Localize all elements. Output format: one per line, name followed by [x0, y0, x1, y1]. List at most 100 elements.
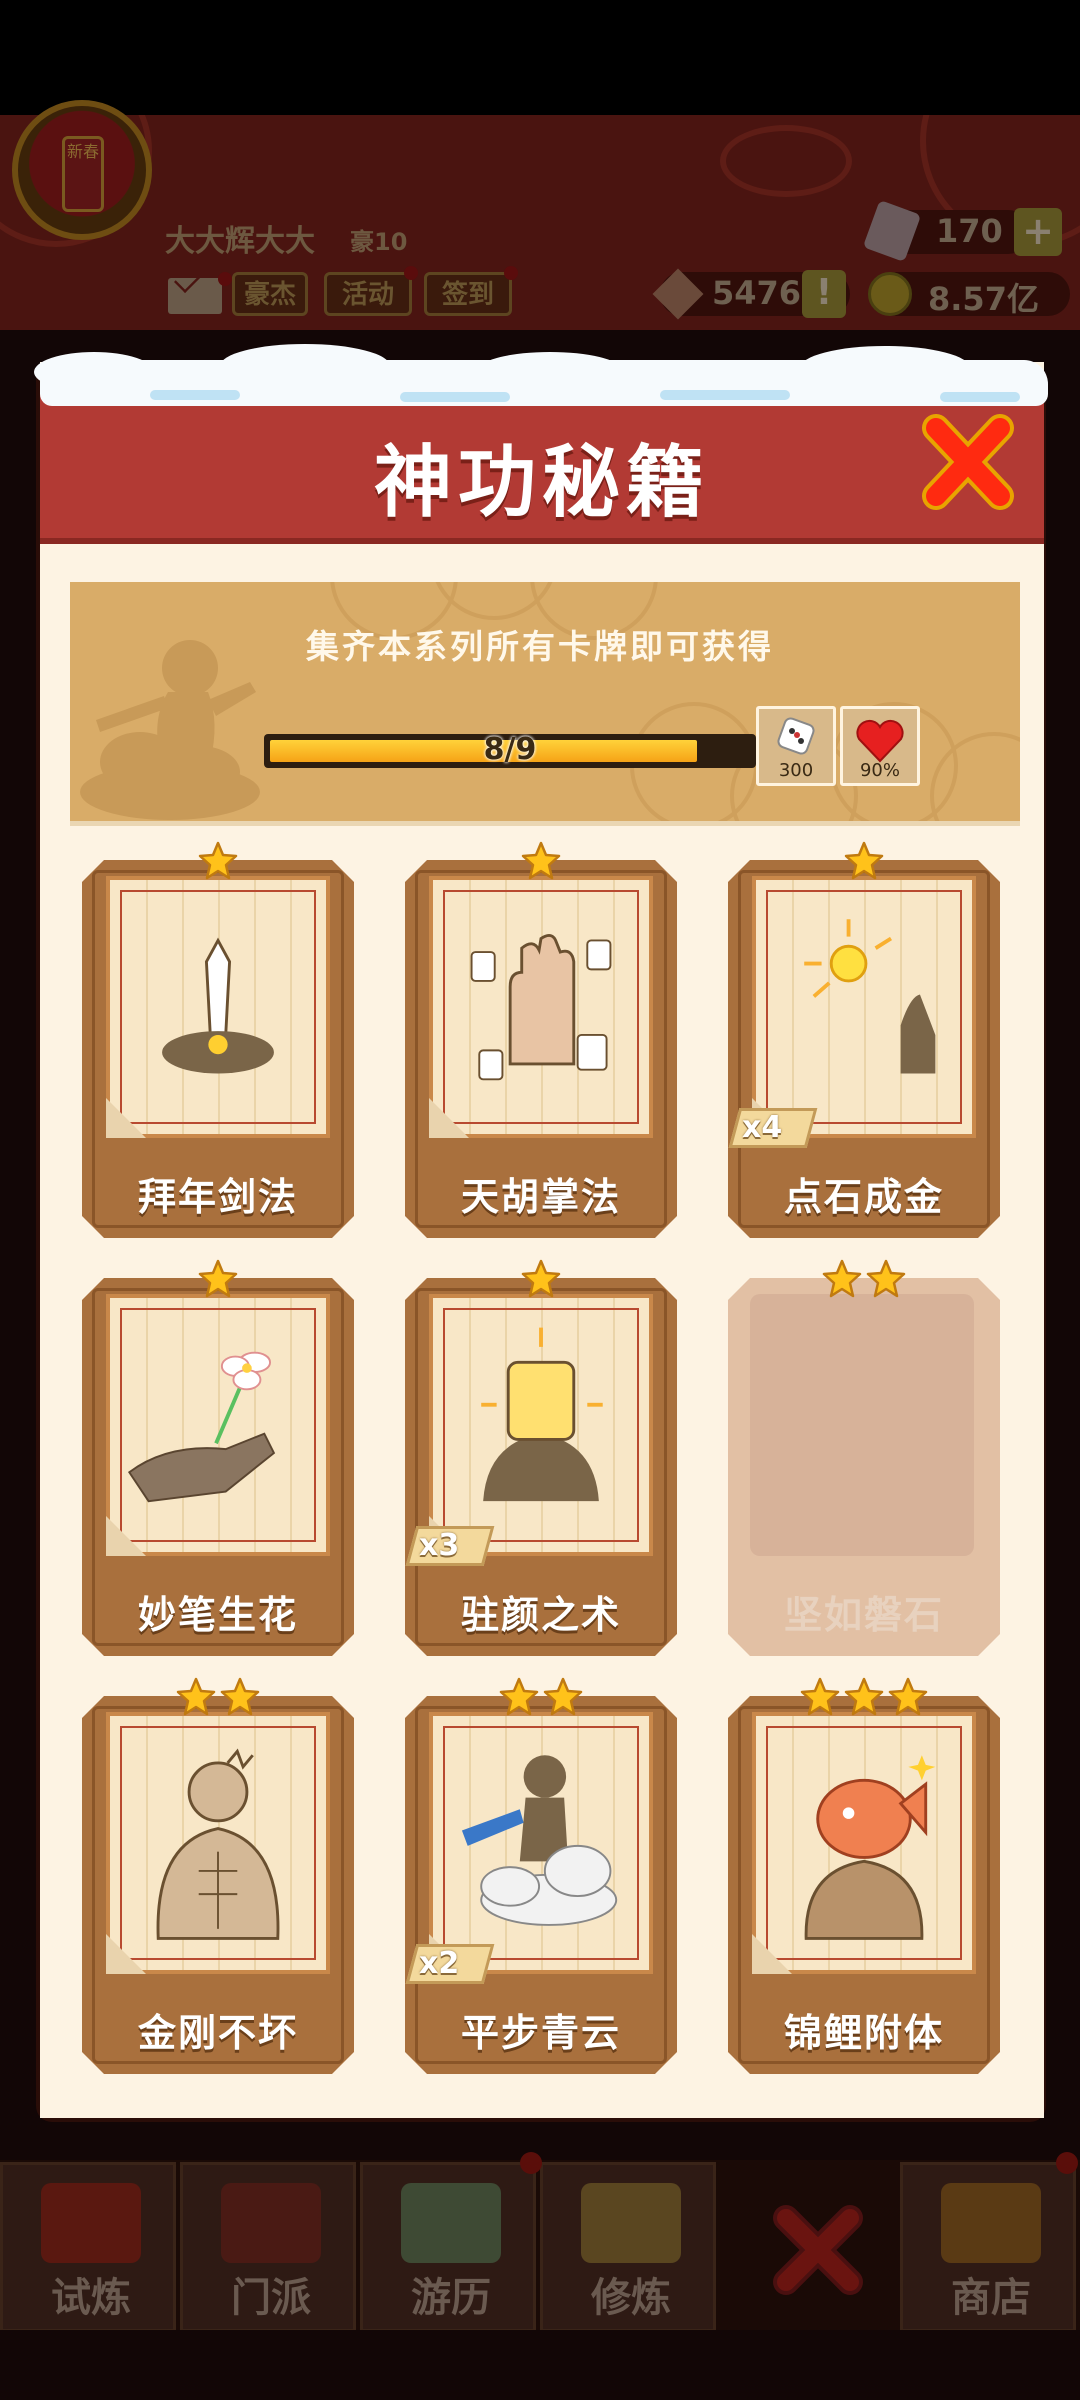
card-art: [429, 876, 653, 1138]
card-name: 金刚不坏: [137, 2011, 298, 2055]
card-stars: [405, 1258, 677, 1302]
card-count: x4: [742, 1110, 783, 1145]
card-name: 天胡掌法: [460, 1175, 621, 1219]
reward-heart-value: 90%: [859, 760, 900, 781]
nav-shop-label: 商店: [951, 2275, 1031, 2321]
card-art: [429, 1712, 653, 1974]
nav-shop[interactable]: 商店: [900, 2162, 1076, 2332]
star-icon: [198, 841, 238, 880]
star-icon: [176, 1677, 216, 1716]
card-name: 坚如磐石: [783, 1593, 944, 1637]
star-icon: [866, 1259, 906, 1298]
card-art: [106, 876, 330, 1138]
collection-card[interactable]: x4 点石成金: [728, 840, 1000, 1238]
collection-card[interactable]: 天胡掌法: [405, 840, 677, 1238]
card-name: 拜年剑法: [137, 1175, 298, 1219]
nav-training-label: 修炼: [591, 2275, 671, 2321]
checkin-button[interactable]: 签到: [424, 272, 512, 316]
progress-label: 8/9: [483, 732, 537, 767]
shop-icon: [941, 2183, 1041, 2263]
nav-training[interactable]: 修炼: [540, 2162, 716, 2332]
player-avatar[interactable]: 新春: [12, 100, 152, 240]
hero-button-label: 豪杰: [243, 280, 296, 310]
event-button[interactable]: 活动: [324, 272, 412, 316]
sect-icon: [221, 2183, 321, 2263]
card-art: [752, 1712, 976, 1974]
face-mask-card-art: [481, 1327, 603, 1502]
notification-dot: [218, 272, 232, 286]
tokens-value: 5476: [712, 274, 802, 312]
checkin-button-label: 签到: [441, 280, 494, 310]
nav-trial-label: 试炼: [51, 2275, 131, 2321]
card-art: [106, 1712, 330, 1974]
dialog-title: 神功秘籍: [373, 438, 710, 528]
status-bar: [0, 0, 1080, 115]
close-icon[interactable]: [768, 2200, 868, 2300]
nav-sect-label: 门派: [231, 2275, 311, 2321]
reward-heart[interactable]: 90%: [840, 706, 920, 786]
hand-flower-card-art: [127, 1351, 276, 1503]
player-level: 豪10: [350, 228, 408, 256]
trial-icon: [41, 2183, 141, 2263]
avatar-tag: 新春: [62, 136, 104, 212]
training-icon: [581, 2183, 681, 2263]
star-icon: [822, 1259, 862, 1298]
card-count: x2: [419, 1946, 460, 1981]
collection-card[interactable]: x3 驻颜之术: [405, 1258, 677, 1656]
event-button-label: 活动: [341, 280, 394, 310]
gems-value: 170: [936, 212, 1003, 250]
collection-card[interactable]: 坚如磐石: [728, 1258, 1000, 1656]
reward-dice-value: 300: [778, 760, 814, 781]
card-stars: [728, 1676, 1000, 1720]
nav-sect[interactable]: 门派: [180, 2162, 356, 2332]
nav-travel[interactable]: 游历: [360, 2162, 536, 2332]
star-icon: [198, 1259, 238, 1298]
collection-card[interactable]: 妙笔生花: [82, 1258, 354, 1656]
banner-text: 集齐本系列所有卡牌即可获得: [306, 627, 774, 666]
notification-dot: [504, 266, 518, 280]
card-stars: [728, 1258, 1000, 1302]
card-name: 平步青云: [460, 2011, 621, 2055]
snow-decoration: [34, 344, 1048, 406]
card-art: [106, 1294, 330, 1556]
collection-card[interactable]: 拜年剑法: [82, 840, 354, 1238]
travel-icon: [401, 2183, 501, 2263]
close-icon[interactable]: [920, 412, 1016, 512]
card-stars: [728, 840, 1000, 884]
star-icon: [844, 841, 884, 880]
finger-gold-card-art: [804, 919, 936, 1074]
sword-card-art: [162, 937, 274, 1074]
bottom-strip: [0, 2330, 1080, 2400]
card-art: [752, 876, 976, 1138]
reward-dice[interactable]: 300: [756, 706, 836, 786]
collection-card[interactable]: 金刚不坏: [82, 1676, 354, 2074]
star-icon: [800, 1677, 840, 1716]
player-name: 大大辉大大: [165, 224, 315, 259]
gold-value: 8.57亿: [928, 280, 1039, 318]
mail-icon[interactable]: [168, 278, 222, 314]
collection-card[interactable]: 锦鲤附体: [728, 1676, 1000, 2074]
card-name: 驻颜之术: [460, 1593, 621, 1637]
collection-card[interactable]: x2 平步青云: [405, 1676, 677, 2074]
add-gems-button[interactable]: +: [1014, 208, 1062, 256]
gold-coin-icon: [868, 272, 912, 316]
nav-trial[interactable]: 试炼: [0, 2162, 176, 2332]
star-icon: [220, 1677, 260, 1716]
card-name: 锦鲤附体: [783, 2011, 944, 2055]
star-icon: [888, 1677, 928, 1716]
card-art: [750, 1294, 974, 1556]
card-stars: [82, 1258, 354, 1302]
palm-mahjong-card-art: [470, 934, 612, 1081]
notification-dot: [520, 2152, 542, 2174]
card-name: 妙笔生花: [137, 1593, 298, 1637]
star-icon: [543, 1677, 583, 1716]
alert-button[interactable]: !: [802, 270, 846, 318]
star-icon: [844, 1677, 884, 1716]
hero-button[interactable]: 豪杰: [232, 272, 308, 316]
card-count: x3: [419, 1528, 460, 1563]
notification-dot: [1056, 2152, 1078, 2174]
notification-dot: [404, 266, 418, 280]
star-icon: [521, 841, 561, 880]
card-stars: [82, 1676, 354, 1720]
card-stars: [82, 840, 354, 884]
